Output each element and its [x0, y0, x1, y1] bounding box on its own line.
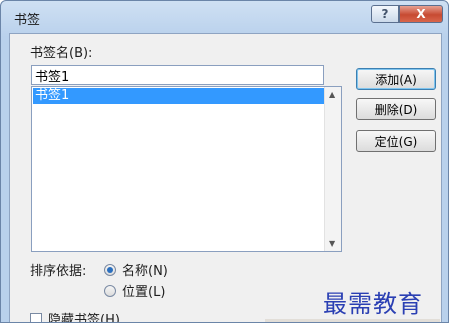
- vertical-scrollbar[interactable]: ▲ ▼: [324, 87, 341, 251]
- help-button[interactable]: ?: [371, 5, 399, 23]
- dialog-body: 书签名(B): 书签1 ▲ ▼ 添加(A) 删除(D) 定位(G) 排序依据: …: [9, 33, 442, 323]
- bookmark-name-label: 书签名(B):: [30, 46, 93, 61]
- bookmark-dialog: 书签 ? X 书签名(B): 书签1 ▲ ▼ 添加(A) 删除(D) 定位(G)…: [0, 0, 449, 323]
- delete-button[interactable]: 删除(D): [356, 98, 436, 120]
- sort-by-location-label: 位置(L): [122, 285, 166, 300]
- title-bar: 书签 ? X: [1, 1, 448, 33]
- locate-button[interactable]: 定位(G): [356, 130, 436, 152]
- hidden-bookmarks-label: 隐藏书签(H): [48, 313, 120, 323]
- help-icon: ?: [381, 7, 389, 21]
- bookmark-list[interactable]: 书签1 ▲ ▼: [31, 86, 342, 252]
- list-item[interactable]: 书签1: [33, 88, 325, 104]
- sort-by-location-option[interactable]: 位置(L): [104, 281, 165, 300]
- checkbox-icon[interactable]: [30, 312, 42, 322]
- sort-by-name-label: 名称(N): [122, 264, 168, 279]
- close-button[interactable]: X: [399, 5, 443, 23]
- bookmark-name-input[interactable]: [31, 65, 324, 85]
- sort-by-label: 排序依据:: [30, 264, 87, 279]
- radio-checked-icon[interactable]: [104, 263, 116, 276]
- sort-by-name-option[interactable]: 名称(N): [104, 260, 168, 279]
- close-icon: X: [416, 7, 426, 21]
- hidden-bookmarks-option[interactable]: 隐藏书签(H): [30, 309, 120, 323]
- watermark-text: 最需教育: [323, 290, 423, 318]
- bottom-strip: [265, 319, 440, 322]
- radio-unchecked-icon[interactable]: [104, 284, 116, 297]
- scroll-down-icon[interactable]: ▼: [329, 239, 335, 248]
- scroll-up-icon[interactable]: ▲: [329, 90, 335, 99]
- add-button[interactable]: 添加(A): [356, 68, 436, 90]
- window-title: 书签: [14, 13, 41, 28]
